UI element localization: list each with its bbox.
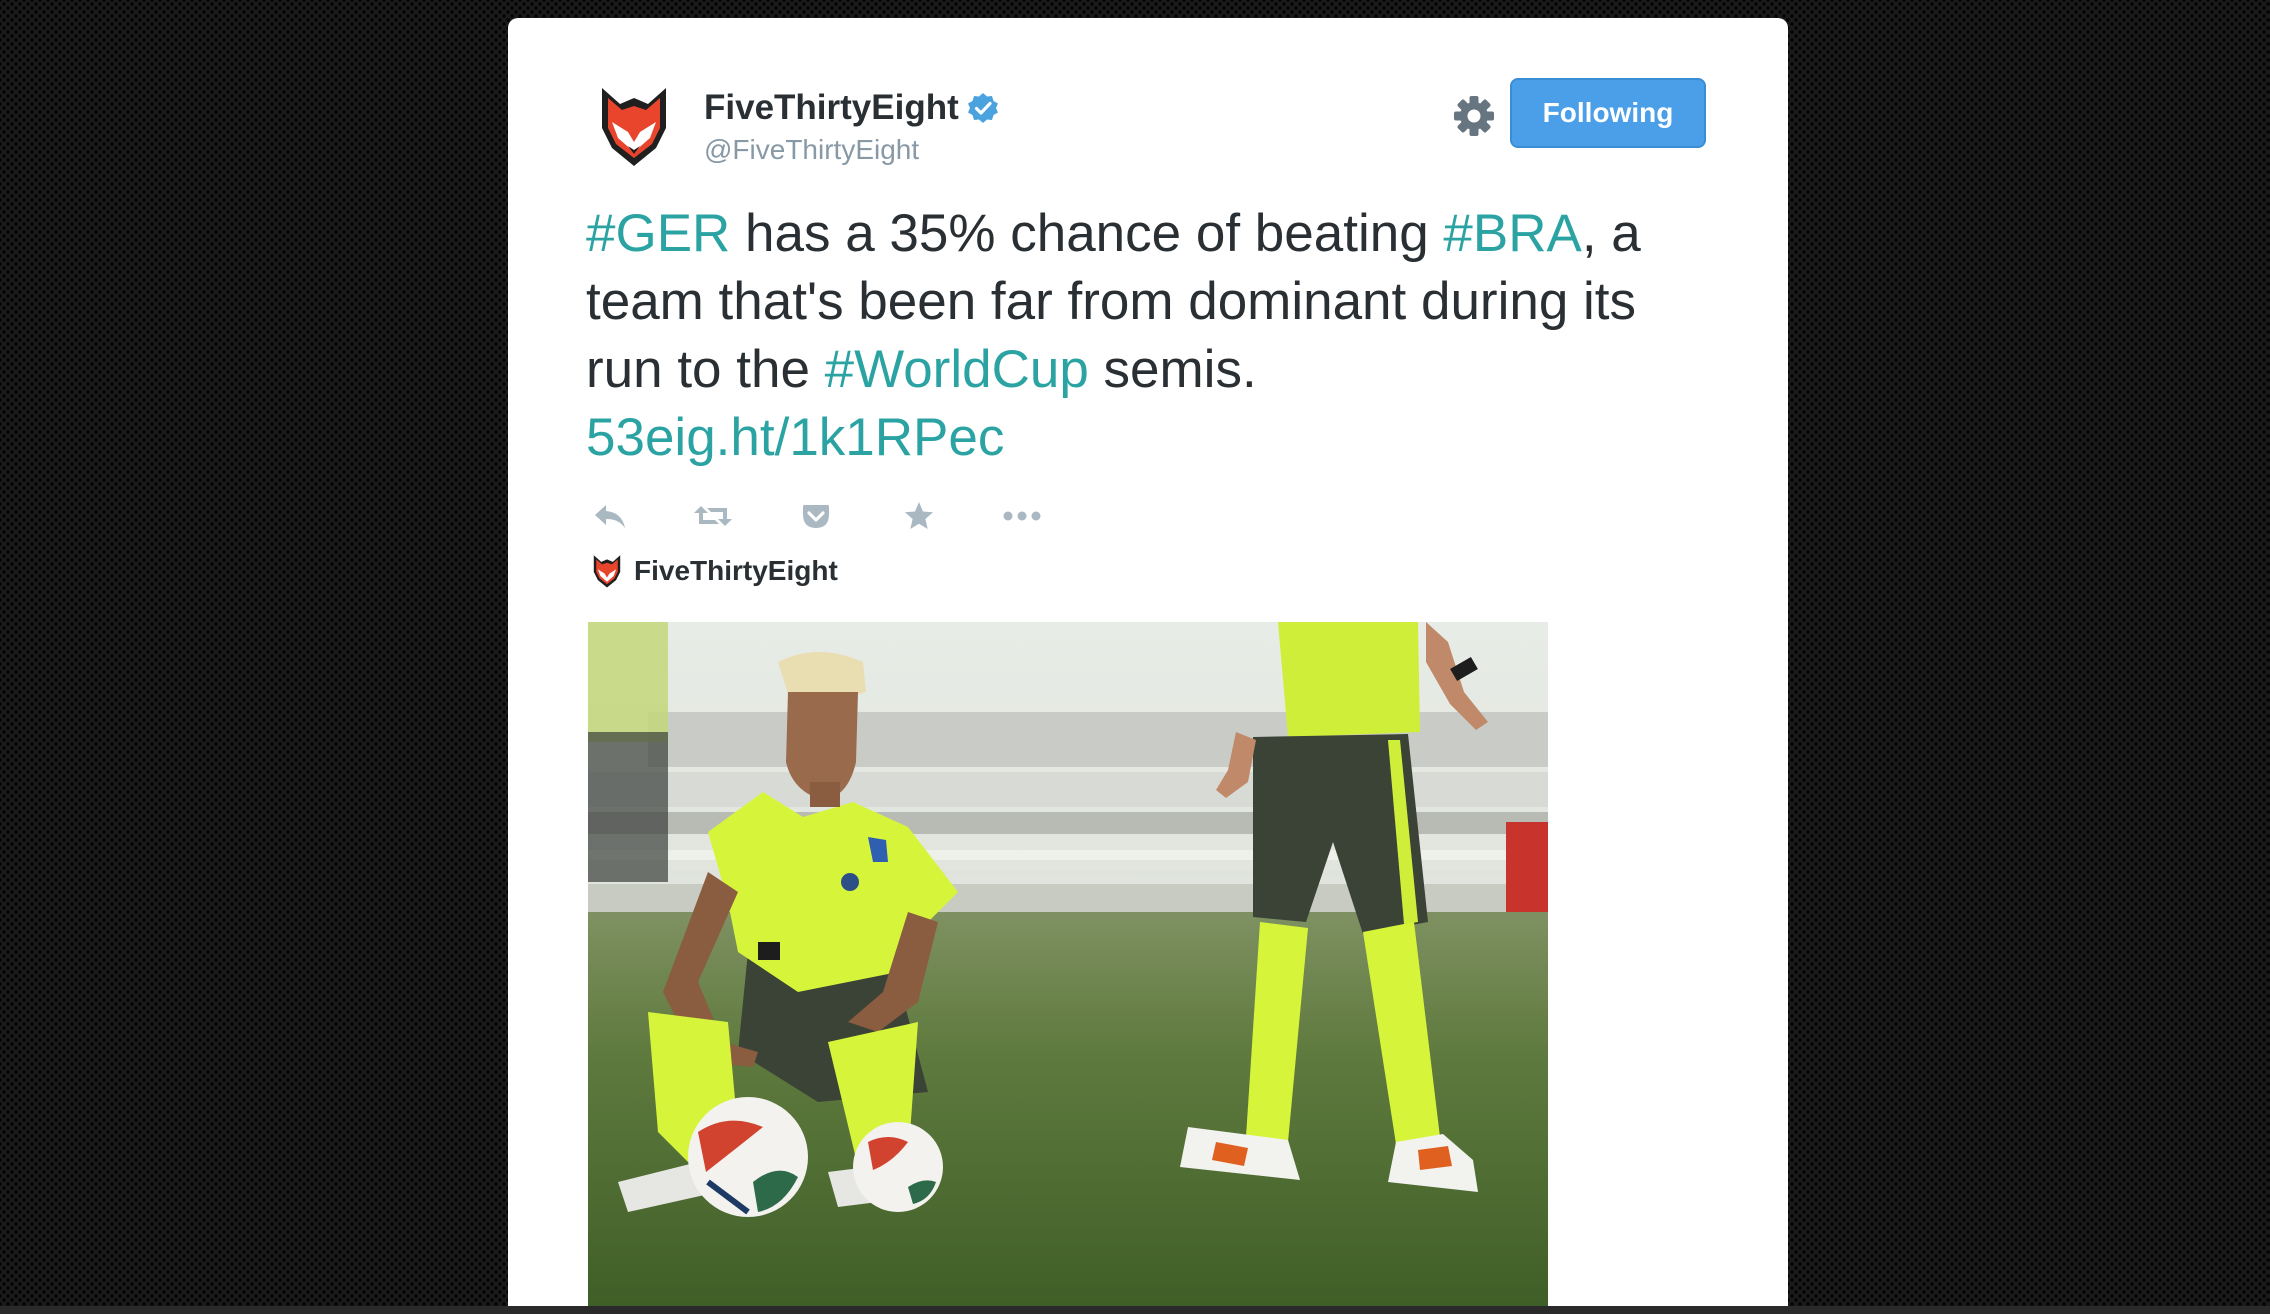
following-button[interactable]: Following — [1510, 78, 1706, 148]
article-link[interactable]: 53eig.ht/1k1RPec — [586, 408, 1004, 467]
verified-badge-icon — [967, 93, 998, 123]
retweet-button[interactable] — [689, 496, 737, 536]
author-handle[interactable]: @FiveThirtyEight — [704, 134, 919, 166]
favorite-button[interactable] — [895, 496, 943, 536]
tweet-text: #GER has a 35% chance of beating #BRA, a… — [586, 200, 1726, 472]
hashtag-bra-link[interactable]: #BRA — [1443, 204, 1581, 263]
more-button[interactable] — [998, 496, 1046, 536]
pocket-icon — [803, 505, 829, 528]
reply-icon — [595, 505, 625, 528]
author-name-text[interactable]: FiveThirtyEight — [704, 88, 959, 128]
author-name[interactable]: FiveThirtyEight — [704, 88, 999, 128]
more-icon — [1003, 511, 1041, 521]
bottom-strip — [0, 1306, 2270, 1314]
tweet-photo[interactable] — [588, 622, 1548, 1314]
fox-logo-small-icon — [593, 555, 621, 588]
card-source-name[interactable]: FiveThirtyEight — [634, 555, 838, 587]
retweet-icon — [694, 506, 732, 526]
reply-button[interactable] — [586, 496, 634, 536]
tweet-text-part3: semis. — [1088, 340, 1257, 399]
fox-logo-icon[interactable] — [598, 80, 670, 172]
star-icon — [905, 502, 933, 529]
gear-icon[interactable] — [1448, 90, 1500, 142]
tweet-text-part1: has a 35% chance of beating — [730, 204, 1444, 263]
tweet-card: FiveThirtyEight @FiveThirtyEight Followi… — [508, 18, 1788, 1314]
hashtag-worldcup-link[interactable]: #WorldCup — [825, 340, 1089, 399]
card-source[interactable]: FiveThirtyEight — [592, 552, 838, 590]
pocket-button[interactable] — [792, 496, 840, 536]
hashtag-ger-link[interactable]: #GER — [586, 204, 730, 263]
tweet-actions — [586, 496, 1101, 536]
